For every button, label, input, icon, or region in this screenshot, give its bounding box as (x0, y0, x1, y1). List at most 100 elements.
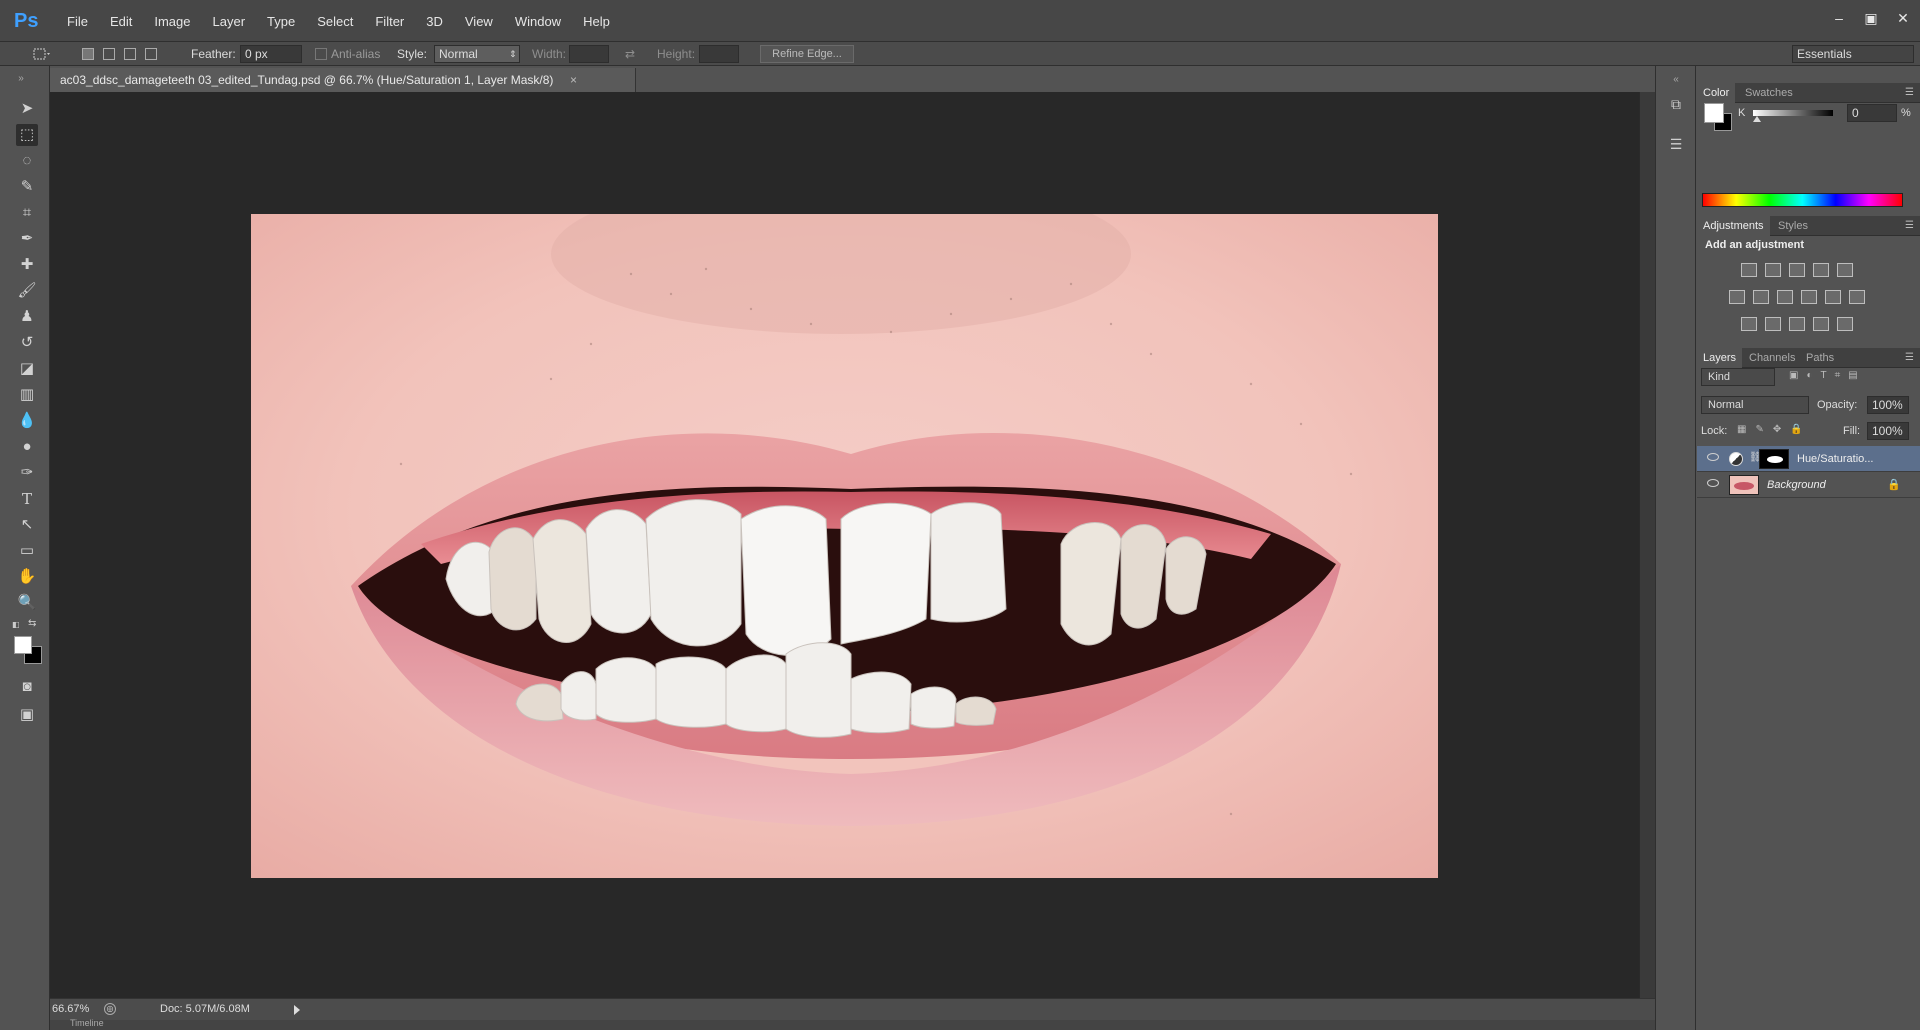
color-lookup-icon[interactable] (1849, 290, 1865, 304)
invert-icon[interactable] (1741, 317, 1757, 331)
menu-layer[interactable]: Layer (202, 12, 257, 32)
quick-mask-icon[interactable]: ◙ (16, 676, 38, 698)
properties-panel-icon[interactable]: ☰ (1666, 134, 1686, 154)
rectangular-marquee-tool-icon[interactable]: ⬚ (16, 124, 38, 146)
brush-tool-icon[interactable]: 🖌 (16, 280, 38, 302)
crop-tool-icon[interactable]: ⌗ (16, 202, 38, 224)
lock-icons[interactable]: ▦✎✥🔒 (1737, 424, 1817, 438)
layer-name[interactable]: Background (1767, 472, 1826, 498)
tab-swatches[interactable]: Swatches (1739, 83, 1799, 103)
menu-image[interactable]: Image (143, 12, 201, 32)
channel-mixer-icon[interactable] (1825, 290, 1841, 304)
layer-filter-kind-select[interactable]: Kind (1701, 368, 1775, 386)
zoom-tool-icon[interactable]: 🔍 (16, 592, 38, 614)
tab-adjustments[interactable]: Adjustments (1697, 216, 1770, 236)
layer-row[interactable]: Background 🔒 (1697, 472, 1920, 498)
threshold-icon[interactable] (1789, 317, 1805, 331)
menu-3d[interactable]: 3D (415, 12, 454, 32)
curves-icon[interactable] (1789, 263, 1805, 277)
swap-colors-icon[interactable]: ⇆ (28, 618, 36, 629)
layer-row[interactable]: ⛓ Hue/Saturatio... (1697, 446, 1920, 472)
eraser-tool-icon[interactable]: ◪ (16, 358, 38, 380)
history-brush-tool-icon[interactable]: ↺ (16, 332, 38, 354)
foreground-color-swatch[interactable] (14, 636, 32, 654)
k-value-input[interactable]: 0 (1847, 104, 1897, 122)
anti-alias-checkbox[interactable] (315, 48, 327, 60)
path-selection-tool-icon[interactable]: ↖ (16, 514, 38, 536)
lasso-tool-icon[interactable]: ◌ (16, 150, 38, 172)
layer-filter-icons[interactable]: ▣◐T⌗▤ (1789, 370, 1909, 384)
fill-input[interactable]: 100% (1867, 422, 1909, 440)
type-tool-icon[interactable]: T (16, 488, 38, 510)
document-tab[interactable]: ac03_ddsc_damageteeth 03_edited_Tundag.p… (50, 68, 636, 92)
add-selection-icon[interactable] (103, 48, 115, 60)
levels-icon[interactable] (1765, 263, 1781, 277)
move-tool-icon[interactable]: ➤ (16, 98, 38, 120)
clone-stamp-tool-icon[interactable]: ♟ (16, 306, 38, 328)
swap-dimensions-icon[interactable]: ⇄ (625, 42, 635, 66)
tab-styles[interactable]: Styles (1772, 216, 1814, 236)
height-input[interactable] (699, 45, 739, 63)
blend-mode-select[interactable]: Normal (1701, 396, 1809, 414)
posterize-icon[interactable] (1765, 317, 1781, 331)
color-spectrum-bar[interactable] (1702, 193, 1903, 207)
document-image[interactable] (251, 214, 1438, 878)
healing-brush-tool-icon[interactable]: ✚ (16, 254, 38, 276)
tab-color[interactable]: Color (1697, 83, 1736, 103)
refine-edge-button[interactable]: Refine Edge... (760, 45, 854, 63)
style-select[interactable]: Normal (434, 45, 520, 63)
dock-collapse-icon[interactable]: « (1666, 70, 1686, 90)
vibrance-icon[interactable] (1837, 263, 1853, 277)
selective-color-icon[interactable] (1813, 317, 1829, 331)
exposure-icon[interactable] (1813, 263, 1829, 277)
dodge-tool-icon[interactable]: ● (16, 436, 38, 458)
brightness-contrast-icon[interactable] (1741, 263, 1757, 277)
hue-saturation-icon[interactable] (1729, 290, 1745, 304)
layer-thumbnail[interactable] (1729, 475, 1759, 495)
menu-select[interactable]: Select (306, 12, 364, 32)
pen-tool-icon[interactable]: ✑ (16, 462, 38, 484)
color-balance-icon[interactable] (1753, 290, 1769, 304)
hand-tool-icon[interactable]: ✋ (16, 566, 38, 588)
tab-layers[interactable]: Layers (1697, 348, 1743, 368)
layer-mask-thumbnail[interactable] (1759, 449, 1789, 469)
menu-filter[interactable]: Filter (364, 12, 415, 32)
visibility-eye-icon[interactable] (1707, 479, 1719, 487)
default-colors-icon[interactable]: ◧ (12, 620, 24, 629)
menu-file[interactable]: File (56, 12, 99, 32)
menu-window[interactable]: Window (504, 12, 572, 32)
panel-menu-icon[interactable]: ☰ (1905, 216, 1914, 236)
screen-mode-icon[interactable]: ▣ (16, 704, 38, 726)
gradient-tool-icon[interactable]: ▥ (16, 384, 38, 406)
opacity-input[interactable]: 100% (1867, 396, 1909, 414)
workspace-select[interactable]: Essentials (1792, 45, 1914, 63)
menu-help[interactable]: Help (572, 12, 621, 32)
visibility-eye-icon[interactable] (1707, 453, 1719, 461)
menu-type[interactable]: Type (256, 12, 306, 32)
quick-selection-tool-icon[interactable]: ✎ (16, 176, 38, 198)
k-slider-handle-icon[interactable] (1753, 116, 1761, 122)
k-slider-track[interactable] (1753, 110, 1833, 116)
status-menu-arrow-icon[interactable] (294, 1005, 300, 1015)
status-info-icon[interactable]: ◎ (104, 1003, 116, 1015)
history-panel-icon[interactable]: ⧉ (1666, 94, 1686, 114)
minimize-button[interactable]: – (1828, 8, 1850, 28)
new-selection-icon[interactable] (82, 48, 94, 60)
vertical-scrollbar[interactable] (1639, 92, 1655, 998)
color-fg-swatch[interactable] (1704, 103, 1724, 123)
toolbar-collapse-icon[interactable]: » (10, 68, 32, 90)
tab-channels[interactable]: Channels (1743, 348, 1801, 368)
gradient-map-icon[interactable] (1837, 317, 1853, 331)
marquee-tool-preset-icon[interactable] (18, 42, 52, 66)
timeline-panel-tab[interactable]: Timeline (50, 1018, 1655, 1030)
eyedropper-tool-icon[interactable]: ✒ (16, 228, 38, 250)
width-input[interactable] (569, 45, 609, 63)
panel-menu-icon[interactable]: ☰ (1905, 348, 1914, 368)
black-white-icon[interactable] (1777, 290, 1793, 304)
intersect-selection-icon[interactable] (145, 48, 157, 60)
panel-menu-icon[interactable]: ☰ (1905, 83, 1914, 103)
menu-edit[interactable]: Edit (99, 12, 143, 32)
subtract-selection-icon[interactable] (124, 48, 136, 60)
blur-tool-icon[interactable]: 💧 (16, 410, 38, 432)
tab-paths[interactable]: Paths (1800, 348, 1840, 368)
